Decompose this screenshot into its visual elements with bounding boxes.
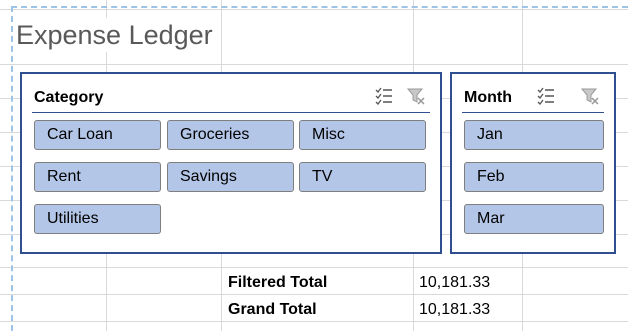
multi-select-icon[interactable] [536,86,556,106]
grand-total-value: 10,181.33 [419,301,491,318]
slicer-item-rent[interactable]: Rent [34,162,161,192]
sheet-title[interactable]: Expense Ledger [16,18,217,52]
slicer-item-mar[interactable]: Mar [464,204,604,234]
filtered-total-value: 10,181.33 [419,274,491,291]
slicer-item-savings[interactable]: Savings [167,162,294,192]
category-slicer-title: Category [34,89,104,106]
slicer-item-misc[interactable]: Misc [299,120,426,150]
slicer-item-jan[interactable]: Jan [464,120,604,150]
multi-select-icon[interactable] [374,86,394,106]
grand-total-label: Grand Total [228,301,317,318]
slicer-item-feb[interactable]: Feb [464,162,604,192]
month-slicer[interactable]: Month Jan Feb Mar [450,72,616,254]
category-slicer[interactable]: Category Car Loan Groceries Misc Rent Sa… [20,72,442,254]
clear-filter-icon[interactable] [580,86,600,106]
slicer-item-car-loan[interactable]: Car Loan [34,120,161,150]
category-slicer-header: Category [32,82,430,113]
month-slicer-title: Month [464,89,512,106]
slicer-item-utilities[interactable]: Utilities [34,204,161,234]
filtered-total-label: Filtered Total [228,274,328,291]
slicer-item-tv[interactable]: TV [299,162,426,192]
clear-filter-icon[interactable] [406,86,426,106]
slicer-item-groceries[interactable]: Groceries [167,120,294,150]
month-slicer-header: Month [462,82,604,113]
